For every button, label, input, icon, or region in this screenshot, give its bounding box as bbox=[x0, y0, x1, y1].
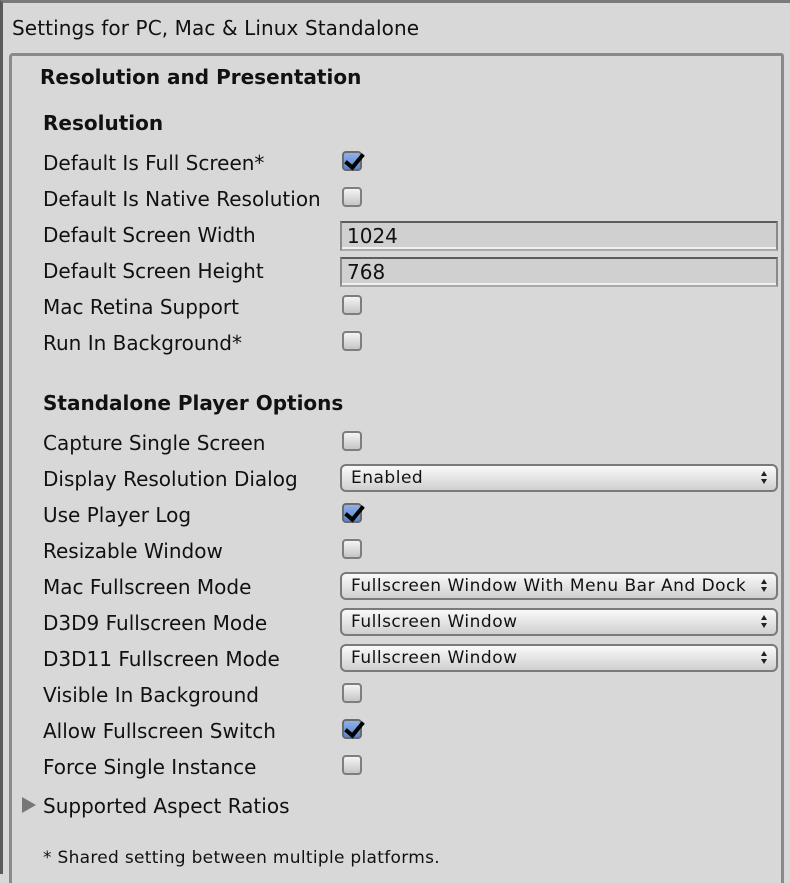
row-run-in-background: Run In Background* bbox=[43, 327, 783, 359]
label: Mac Fullscreen Mode bbox=[43, 575, 252, 599]
dropdown-arrows-icon bbox=[760, 579, 768, 593]
d3d9-fullscreen-mode-dropdown[interactable]: Fullscreen Window bbox=[340, 608, 778, 636]
default-is-native-resolution-checkbox[interactable] bbox=[342, 187, 362, 207]
row-display-resolution-dialog: Display Resolution Dialog Enabled bbox=[43, 463, 783, 495]
run-in-background-checkbox[interactable] bbox=[342, 331, 362, 351]
row-use-player-log: Use Player Log bbox=[43, 499, 783, 531]
visible-in-background-checkbox[interactable] bbox=[342, 683, 362, 703]
row-visible-in-background: Visible In Background bbox=[43, 679, 783, 711]
capture-single-screen-checkbox[interactable] bbox=[342, 431, 362, 451]
row-capture-single-screen: Capture Single Screen bbox=[43, 427, 783, 459]
force-single-instance-checkbox[interactable] bbox=[342, 755, 362, 775]
label: Resizable Window bbox=[43, 539, 223, 563]
label: Run In Background* bbox=[43, 331, 242, 355]
row-default-is-full-screen: Default Is Full Screen* bbox=[43, 147, 783, 179]
label: D3D11 Fullscreen Mode bbox=[43, 647, 280, 671]
row-mac-fullscreen-mode: Mac Fullscreen Mode Fullscreen Window Wi… bbox=[43, 571, 783, 603]
label: Default Is Native Resolution bbox=[43, 187, 321, 211]
label: Force Single Instance bbox=[43, 755, 257, 779]
label: Allow Fullscreen Switch bbox=[43, 719, 276, 743]
label: D3D9 Fullscreen Mode bbox=[43, 611, 268, 635]
label: Display Resolution Dialog bbox=[43, 467, 298, 491]
default-screen-width-field[interactable]: 1024 bbox=[340, 221, 778, 251]
resizable-window-checkbox[interactable] bbox=[342, 539, 362, 559]
row-resizable-window: Resizable Window bbox=[43, 535, 783, 567]
group-title-standalone-player-options: Standalone Player Options bbox=[43, 391, 344, 415]
section-title: Resolution and Presentation bbox=[40, 65, 362, 89]
label: Visible In Background bbox=[43, 683, 259, 707]
row-force-single-instance: Force Single Instance bbox=[43, 751, 783, 783]
foldout-label: Supported Aspect Ratios bbox=[43, 794, 290, 818]
mac-fullscreen-mode-dropdown[interactable]: Fullscreen Window With Menu Bar And Dock bbox=[340, 572, 778, 600]
row-d3d9-fullscreen-mode: D3D9 Fullscreen Mode Fullscreen Window bbox=[43, 607, 783, 639]
dropdown-value: Fullscreen Window With Menu Bar And Dock bbox=[351, 576, 747, 596]
allow-fullscreen-switch-checkbox[interactable] bbox=[342, 719, 362, 739]
foldout-triangle-icon[interactable] bbox=[22, 797, 36, 813]
dropdown-value: Enabled bbox=[351, 468, 424, 488]
row-mac-retina-support: Mac Retina Support bbox=[43, 291, 783, 323]
window-title: Settings for PC, Mac & Linux Standalone bbox=[12, 16, 420, 40]
row-allow-fullscreen-switch: Allow Fullscreen Switch bbox=[43, 715, 783, 747]
d3d11-fullscreen-mode-dropdown[interactable]: Fullscreen Window bbox=[340, 644, 778, 672]
mac-retina-support-checkbox[interactable] bbox=[342, 295, 362, 315]
label: Default Screen Height bbox=[43, 259, 264, 283]
dropdown-arrows-icon bbox=[760, 471, 768, 485]
row-default-screen-height: Default Screen Height 768 bbox=[43, 257, 783, 289]
label: Use Player Log bbox=[43, 503, 192, 527]
dropdown-arrows-icon bbox=[760, 651, 768, 665]
dropdown-value: Fullscreen Window bbox=[351, 648, 518, 668]
row-d3d11-fullscreen-mode: D3D11 Fullscreen Mode Fullscreen Window bbox=[43, 643, 783, 675]
display-resolution-dialog-dropdown[interactable]: Enabled bbox=[340, 464, 778, 492]
footnote: * Shared setting between multiple platfo… bbox=[43, 848, 440, 868]
label: Mac Retina Support bbox=[43, 295, 239, 319]
group-title-resolution: Resolution bbox=[43, 111, 164, 135]
dropdown-arrows-icon bbox=[760, 615, 768, 629]
row-default-screen-width: Default Screen Width 1024 bbox=[43, 221, 783, 253]
dropdown-value: Fullscreen Window bbox=[351, 612, 518, 632]
default-screen-height-field[interactable]: 768 bbox=[340, 257, 778, 287]
row-default-is-native-resolution: Default Is Native Resolution bbox=[43, 183, 783, 215]
label: Capture Single Screen bbox=[43, 431, 266, 455]
use-player-log-checkbox[interactable] bbox=[342, 503, 362, 523]
label: Default Is Full Screen* bbox=[43, 151, 265, 175]
label: Default Screen Width bbox=[43, 223, 256, 247]
default-is-full-screen-checkbox[interactable] bbox=[342, 151, 362, 171]
